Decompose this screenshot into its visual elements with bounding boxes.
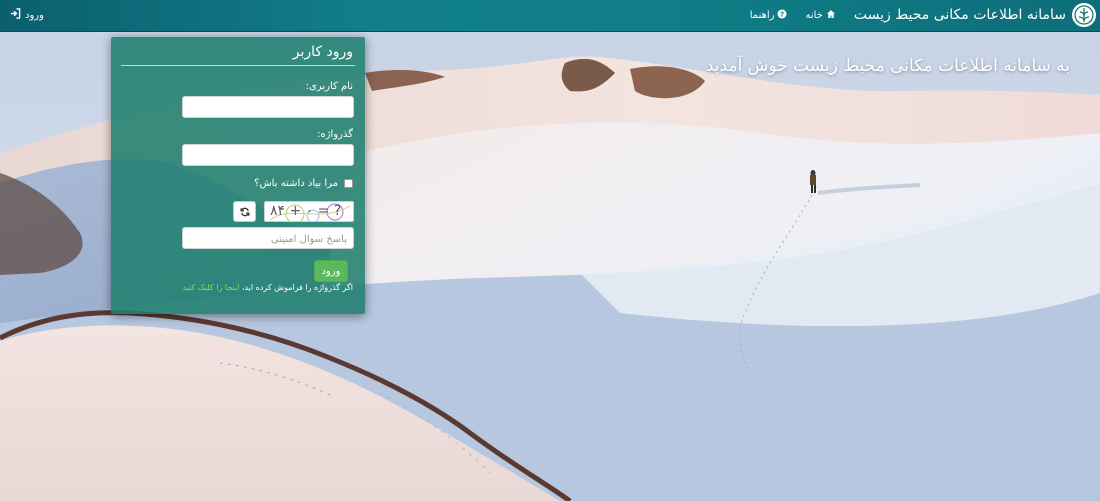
forgot-password-link[interactable]: اینجا را کلیک کنید xyxy=(182,283,239,292)
username-input[interactable] xyxy=(182,96,354,118)
env-logo-icon xyxy=(1072,3,1096,27)
nav-help-link[interactable]: ? راهنما xyxy=(750,9,788,22)
captcha-text: ۸۴ + ۰ = ? xyxy=(270,203,342,219)
password-input[interactable] xyxy=(182,144,354,166)
password-label: گذرواژه: xyxy=(317,129,353,140)
nav-home-label: خانه xyxy=(805,9,823,21)
brand-title: سامانه اطلاعات مکانی محیط زیست xyxy=(853,7,1066,23)
captcha-image: ۸۴ + ۰ = ? xyxy=(264,201,354,222)
nav-login-link[interactable]: ورود xyxy=(10,8,44,22)
nav-login-label: ورود xyxy=(25,9,44,21)
captcha-refresh-button[interactable] xyxy=(233,201,256,222)
nav-help-label: راهنما xyxy=(749,9,775,21)
title-divider xyxy=(121,65,355,66)
help-icon: ? xyxy=(777,9,787,22)
home-icon xyxy=(826,9,836,22)
remember-label: مرا بیاد داشته باش؟ xyxy=(254,178,338,189)
remember-checkbox[interactable] xyxy=(344,179,353,188)
login-icon xyxy=(10,8,21,22)
forgot-password: اگر گذرواژه را فراموش کرده اید، اینجا را… xyxy=(182,283,353,292)
remember-me: مرا بیاد داشته باش؟ xyxy=(254,178,353,189)
login-submit-button[interactable]: ورود xyxy=(314,260,348,282)
welcome-message: به سامانه اطلاعات مکانی محیط زیست خوش آم… xyxy=(705,56,1070,76)
login-panel: ورود کاربر نام کاربری: گذرواژه: مرا بیاد… xyxy=(111,37,365,314)
refresh-icon xyxy=(240,202,250,221)
username-label: نام کاربری: xyxy=(305,81,353,92)
forgot-text: اگر گذرواژه را فراموش کرده اید، xyxy=(241,283,353,292)
top-navbar: ورود سامانه اطلاعات مکانی محیط زیست خانه… xyxy=(0,0,1100,32)
brand[interactable]: سامانه اطلاعات مکانی محیط زیست xyxy=(854,3,1096,27)
nav-home-link[interactable]: خانه xyxy=(805,9,835,22)
login-title: ورود کاربر xyxy=(292,44,353,60)
captcha-answer-input[interactable] xyxy=(182,227,354,249)
svg-text:?: ? xyxy=(780,10,784,18)
